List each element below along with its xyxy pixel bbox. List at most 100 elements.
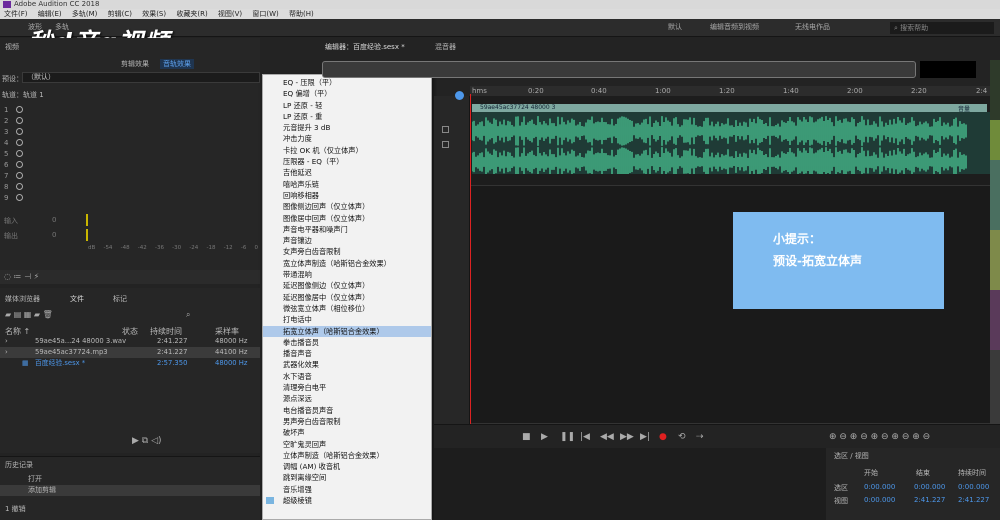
search-icon[interactable]: ⌕ [186,310,190,320]
search-input[interactable]: ⌕ 搜索帮助 [890,22,994,34]
audio-clip[interactable] [471,112,992,177]
preset-dropdown[interactable]: （默认） [22,72,260,83]
preset-menu-item[interactable]: EQ 偏增（平） [263,88,431,99]
preset-menu-item[interactable]: 延迟图像侧边（仅立体声） [263,280,431,291]
preset-menu-item[interactable]: 吉他延迟 [263,167,431,178]
fast-forward-icon[interactable]: ▶▶ [620,432,634,442]
preset-menu-item[interactable]: LP 还原 - 轻 [263,100,431,111]
preset-menu-item[interactable]: 调幅 (AM) 收音机 [263,461,431,472]
menu-window[interactable]: 窗口(W) [252,9,278,19]
workspace-radio[interactable]: 无线电作品 [795,22,830,32]
effect-slot[interactable]: 1 [4,106,23,114]
view-start[interactable]: 0:00.000 [864,496,895,504]
play-icon[interactable]: ▶ [541,432,548,442]
preset-menu-item[interactable]: 延迟图像居中（仅立体声） [263,292,431,303]
files-tab[interactable]: 文件 [70,294,84,304]
preset-menu-item[interactable]: 武器化效果 [263,359,431,370]
preset-menu-item[interactable]: 立体声制造（哈斯铝合金效果） [263,450,431,461]
markers-tab[interactable]: 标记 [113,294,127,304]
effect-slot[interactable]: 2 [4,117,23,125]
menu-view[interactable]: 视图(V) [218,9,242,19]
record-icon[interactable]: ● [659,432,667,442]
zoom-icon[interactable]: ⊕ ⊖ ⊕ ⊖ ⊕ ⊖ ⊕ ⊖ ⊕ ⊖ [829,432,930,442]
effect-slot[interactable]: 5 [4,150,23,158]
menu-effects[interactable]: 效果(S) [142,9,166,19]
preset-menu-item[interactable]: 水下语音 [263,371,431,382]
clip-effects-tab[interactable]: 剪辑效果 [121,59,149,69]
effect-slot[interactable]: 8 [4,183,23,191]
overview-bar[interactable] [322,61,916,78]
track-effects-tab[interactable]: 音轨效果 [160,59,194,69]
stop-icon[interactable]: ■ [522,432,531,442]
effect-slot[interactable]: 7 [4,172,23,180]
file-row[interactable]: ▦ 百度经验.sesx * 2:57.350 48000 Hz [0,358,260,369]
playhead-handle[interactable] [455,91,464,100]
preset-menu-item[interactable]: 声音镶边 [263,235,431,246]
preset-menu-item[interactable]: 嘻哈声乐链 [263,179,431,190]
input-gain-value[interactable]: 0 [52,216,56,224]
time-ruler[interactable]: hms 0:20 0:40 1:00 1:20 1:40 2:00 2:20 2… [470,86,990,96]
preset-menu-item[interactable]: 带通混响 [263,269,431,280]
solo-icon[interactable] [442,141,449,148]
menu-edit[interactable]: 编辑(E) [38,9,62,19]
preset-menu-item[interactable]: 超级棱镜 [263,495,431,506]
file-row[interactable]: › 59ae45a...24 48000 3.wav 2:41.227 48000 H… [0,336,260,347]
preset-menu-item[interactable]: 跳到离缘空间 [263,472,431,483]
selection-start[interactable]: 0:00.000 [864,483,895,491]
preset-menu-item[interactable]: 图像侧边回声（仅立体声） [263,201,431,212]
preset-menu-item[interactable]: 图像居中回声（仅立体声） [263,213,431,224]
preset-menu-item[interactable]: 微弦宽立体声（相位移位） [263,303,431,314]
pause-icon[interactable]: ❚❚ [560,432,575,442]
loop-icon[interactable]: ⟲ [678,432,686,442]
preset-menu-item[interactable]: 播音声音 [263,348,431,359]
mute-icon[interactable] [442,126,449,133]
preset-menu-item[interactable]: 男声旁白齿音限制 [263,416,431,427]
playhead[interactable] [470,94,471,424]
preset-menu-item[interactable]: 打电话中 [263,314,431,325]
menu-file[interactable]: 文件(F) [4,9,28,19]
preset-menu-item[interactable]: 冲击力度 [263,133,431,144]
view-duration[interactable]: 2:41.227 [958,496,989,504]
view-end[interactable]: 2:41.227 [914,496,945,504]
preset-menu-item[interactable]: 拳击播音员 [263,337,431,348]
menu-clip[interactable]: 剪辑(C) [108,9,132,19]
workspace-default[interactable]: 默认 [668,22,682,32]
skip-forward-icon[interactable]: ▶| [640,432,650,442]
preset-menu-item[interactable]: 元音提升 3 dB [263,122,431,133]
selection-end[interactable]: 0:00.000 [914,483,945,491]
mixer-tab[interactable]: 混音器 [435,42,456,52]
preset-menu-item[interactable]: 空旷鬼灵回声 [263,439,431,450]
file-row[interactable]: › 59ae45ac37724.mp3 2:41.227 44100 Hz [0,347,260,358]
preset-menu-item[interactable]: 宽立体声制造（哈斯铝合金效果） [263,258,431,269]
effect-slot[interactable]: 3 [4,128,23,136]
play-icon[interactable]: ▶ ⧉ ◁) [132,436,162,446]
preset-menu-item[interactable]: 清理旁白电平 [263,382,431,393]
menu-help[interactable]: 帮助(H) [289,9,314,19]
selection-duration[interactable]: 0:00.000 [958,483,989,491]
effect-slot[interactable]: 4 [4,139,23,147]
preset-menu-item[interactable]: 音乐增强 [263,484,431,495]
effect-slot[interactable]: 6 [4,161,23,169]
video-tab[interactable]: 视频 [5,42,19,52]
preset-menu-item[interactable]: 电台播音员声音 [263,405,431,416]
power-icon[interactable]: ◌ ≔ ⊣ ⚡ [4,272,39,281]
menu-favorites[interactable]: 收藏夹(R) [176,9,207,19]
history-item-selected[interactable]: 添加剪辑 [0,485,260,496]
preset-menu-item[interactable]: 卡拉 OK 机（仅立体声） [263,145,431,156]
history-item[interactable]: 打开 [28,474,42,484]
preset-menu-item[interactable]: 回响移相器 [263,190,431,201]
skip-back-icon[interactable]: |◀ [580,432,590,442]
skip-selection-icon[interactable]: ⇢ [696,432,704,442]
editor-tab[interactable]: 编辑器：百度经验.sesx * [325,42,405,52]
menu-multitrack[interactable]: 多轨(M) [72,9,98,19]
media-browser-tab[interactable]: 媒体浏览器 [5,294,40,304]
folder-icon[interactable]: ▰ ▤ ▦ ▰ 🗑 [5,310,53,319]
preset-menu-item[interactable]: 源点深远 [263,393,431,404]
preset-dropdown-list[interactable]: EQ - 压限（平） EQ 偏增（平） LP 还原 - 轻 LP 还原 - 重元音提升… [262,74,432,520]
rewind-icon[interactable]: ◀◀ [600,432,614,442]
preset-menu-item[interactable]: LP 还原 - 重 [263,111,431,122]
output-gain-value[interactable]: 0 [52,231,56,239]
clip-header[interactable]: 59ae45ac37724 48000 3 [472,104,987,112]
preset-menu-item[interactable]: 女声旁白齿音限制 [263,246,431,257]
preset-menu-item[interactable]: EQ - 压限（平） [263,77,431,88]
